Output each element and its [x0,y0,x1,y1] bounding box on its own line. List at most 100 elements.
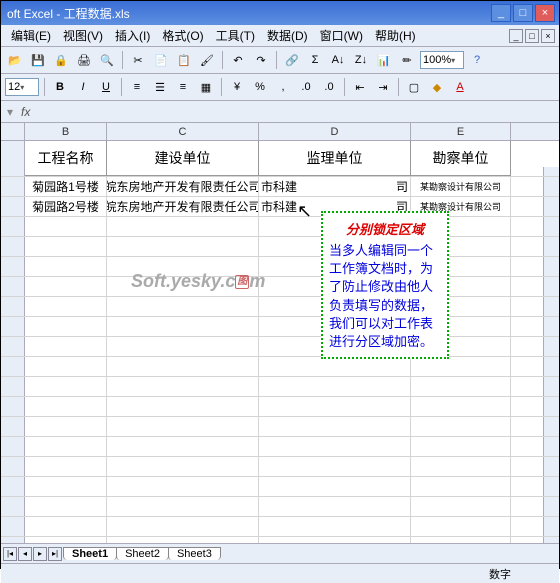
paste-icon[interactable]: 📋 [174,50,194,70]
worksheet-area: B C D E 工程名称 建设单位 监理单位 勘察单位 菊园路1号楼 皖东房地产… [1,123,559,543]
redo-icon[interactable]: ↷ [251,50,271,70]
grid[interactable]: 工程名称 建设单位 监理单位 勘察单位 菊园路1号楼 皖东房地产开发有限责任公司… [1,141,559,543]
callout-title: 分别锁定区域 [329,219,441,238]
standard-toolbar: 📂 💾 🔒 🖨 🔍 ✂ 📄 📋 🖌 ↶ ↷ 🔗 Σ A↓ Z↓ 📊 ✏ 100%… [1,47,559,74]
sort-desc-icon[interactable]: Z↓ [351,50,371,70]
maximize-button[interactable]: □ [513,4,533,22]
autosum-icon[interactable]: Σ [305,50,325,70]
open-icon[interactable]: 📂 [5,50,25,70]
cut-icon[interactable]: ✂ [128,50,148,70]
cell[interactable]: 菊园路2号楼 [25,197,107,216]
hyperlink-icon[interactable]: 🔗 [282,50,302,70]
tab-nav-last-icon[interactable]: ▸| [48,547,62,561]
table-header-row: 工程名称 建设单位 监理单位 勘察单位 [1,141,559,177]
zoom-combo[interactable]: 100%▾ [420,51,464,69]
doc-minimize-button[interactable]: _ [509,29,523,43]
currency-icon[interactable]: ¥ [227,77,247,97]
separator [276,51,277,69]
name-box-dropdown-icon[interactable]: ▾ [7,105,13,119]
header-cell[interactable]: 建设单位 [107,141,259,176]
underline-button[interactable]: U [96,77,116,97]
doc-restore-button[interactable]: □ [525,29,539,43]
sheet-tab-1[interactable]: Sheet1 [63,547,117,560]
tab-nav-prev-icon[interactable]: ◂ [18,547,32,561]
font-color-icon[interactable]: A [450,77,470,97]
menu-format[interactable]: 格式(O) [156,25,209,46]
status-mode: 数字 [489,566,511,582]
drawing-icon[interactable]: ✏ [397,50,417,70]
menu-edit[interactable]: 编辑(E) [5,25,57,46]
fontsize-combo[interactable]: 12▾ [5,78,39,96]
sort-asc-icon[interactable]: A↓ [328,50,348,70]
tab-nav-next-icon[interactable]: ▸ [33,547,47,561]
sheet-tabs-bar: |◂ ◂ ▸ ▸| Sheet1 Sheet2 Sheet3 [1,543,559,563]
separator [398,78,399,96]
cell[interactable]: 某勘察设计有限公司 [411,177,511,196]
sheet-tab-2[interactable]: Sheet2 [116,547,169,560]
menu-bar: 编辑(E) 视图(V) 插入(I) 格式(O) 工具(T) 数据(D) 窗口(W… [1,25,559,47]
italic-button[interactable]: I [73,77,93,97]
status-bar: 数字 [1,563,559,583]
table-row: 菊园路2号楼 皖东房地产开发有限责任公司 市科建司 某勘察设计有限公司 [1,197,559,217]
separator [122,51,123,69]
undo-icon[interactable]: ↶ [228,50,248,70]
header-cell[interactable]: 监理单位 [259,141,411,176]
save-icon[interactable]: 💾 [28,50,48,70]
decrease-decimal-icon[interactable]: .0 [319,77,339,97]
cell[interactable]: 菊园路1号楼 [25,177,107,196]
row-number[interactable] [1,141,25,176]
permission-icon[interactable]: 🔒 [51,50,71,70]
row-number[interactable] [1,197,25,216]
separator [121,78,122,96]
col-header-c[interactable]: C [107,123,259,140]
increase-indent-icon[interactable]: ⇥ [373,77,393,97]
separator [344,78,345,96]
header-cell[interactable]: 勘察单位 [411,141,511,176]
format-painter-icon[interactable]: 🖌 [197,50,217,70]
doc-window-controls: _ □ × [509,29,555,43]
sheet-tab-3[interactable]: Sheet3 [168,547,221,560]
align-left-icon[interactable]: ≡ [127,77,147,97]
cell[interactable]: 皖东房地产开发有限责任公司 [107,197,259,216]
comma-icon[interactable]: , [273,77,293,97]
align-center-icon[interactable]: ☰ [150,77,170,97]
col-header-b[interactable]: B [25,123,107,140]
align-right-icon[interactable]: ≡ [173,77,193,97]
borders-icon[interactable]: ▢ [404,77,424,97]
formula-bar: ▾ fx [1,101,559,123]
menu-window[interactable]: 窗口(W) [314,25,369,46]
callout-box: 分别锁定区域 当多人编辑同一个工作簿文档时，为了防止修改由他人负责填写的数据，我… [321,211,449,359]
separator [222,51,223,69]
menu-tools[interactable]: 工具(T) [210,25,261,46]
help-icon[interactable]: ? [467,50,487,70]
print-icon[interactable]: 🖨 [74,50,94,70]
header-cell[interactable]: 工程名称 [25,141,107,176]
minimize-button[interactable]: _ [491,4,511,22]
menu-help[interactable]: 帮助(H) [369,25,422,46]
callout-body: 当多人编辑同一个工作簿文档时，为了防止修改由他人负责填写的数据，我们可以对工作表… [329,242,441,351]
fx-icon[interactable]: fx [21,105,30,119]
menu-data[interactable]: 数据(D) [261,25,314,46]
menu-view[interactable]: 视图(V) [57,25,109,46]
separator [44,78,45,96]
cell[interactable]: 市科建司 [259,177,411,196]
percent-icon[interactable]: % [250,77,270,97]
select-all-corner[interactable] [1,123,25,140]
copy-icon[interactable]: 📄 [151,50,171,70]
merge-icon[interactable]: ▦ [196,77,216,97]
tab-nav-first-icon[interactable]: |◂ [3,547,17,561]
title-bar: oft Excel - 工程数据.xls _ □ × [1,1,559,25]
row-number[interactable] [1,177,25,196]
menu-insert[interactable]: 插入(I) [109,25,156,46]
decrease-indent-icon[interactable]: ⇤ [350,77,370,97]
increase-decimal-icon[interactable]: .0 [296,77,316,97]
fill-color-icon[interactable]: ◆ [427,77,447,97]
bold-button[interactable]: B [50,77,70,97]
doc-close-button[interactable]: × [541,29,555,43]
col-header-e[interactable]: E [411,123,511,140]
col-header-d[interactable]: D [259,123,411,140]
preview-icon[interactable]: 🔍 [97,50,117,70]
cell[interactable]: 皖东房地产开发有限责任公司 [107,177,259,196]
close-button[interactable]: × [535,4,555,22]
chart-icon[interactable]: 📊 [374,50,394,70]
